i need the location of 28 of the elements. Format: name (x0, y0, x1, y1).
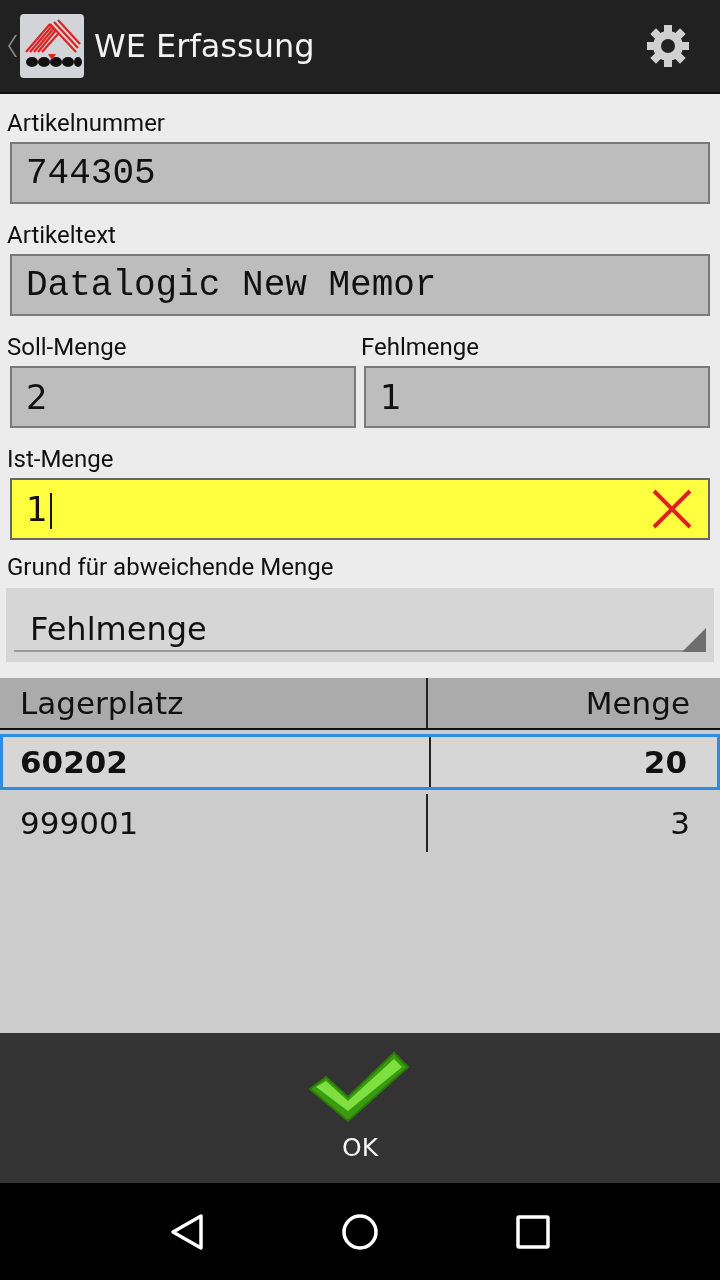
input-field[interactable]: 1 (364, 366, 710, 428)
home-icon[interactable] (340, 1211, 380, 1252)
column-header: Lagerplatz (0, 678, 428, 728)
input-field[interactable]: 2 (10, 366, 356, 428)
table-cell: 60202 (3, 737, 431, 787)
checkmark-icon (308, 1049, 412, 1125)
field-label: Artikelnummer (6, 108, 166, 138)
input-field[interactable]: 744305 (10, 142, 710, 204)
table-row[interactable]: 60202 20 (0, 734, 720, 790)
ok-button[interactable]: OK (290, 1033, 430, 1183)
field-label: Soll-Menge (6, 332, 128, 362)
input-field[interactable]: Datalogic New Memor (10, 254, 710, 316)
logo-icon (20, 14, 84, 78)
column-header: Menge (584, 684, 691, 723)
table-cell-text: 3 (669, 804, 691, 843)
field-label: Ist-Menge (6, 444, 115, 474)
settings-icon[interactable] (646, 24, 690, 68)
input-field[interactable]: 1 (10, 478, 710, 540)
field-label: Artikeltext (6, 220, 117, 250)
table-row[interactable]: 999001 3 (0, 794, 720, 852)
field-label: Fehlmenge (360, 332, 481, 362)
field-label: Grund für abweichende Menge (6, 552, 335, 582)
table-cell: 999001 (0, 794, 428, 852)
table-cell-text: 20 (642, 743, 688, 782)
window-title: WE Erfassung (94, 27, 316, 65)
dropdown-arrow-icon (682, 628, 706, 652)
dropdown[interactable]: Fehlmenge (6, 588, 714, 662)
clear-icon[interactable] (650, 487, 694, 531)
